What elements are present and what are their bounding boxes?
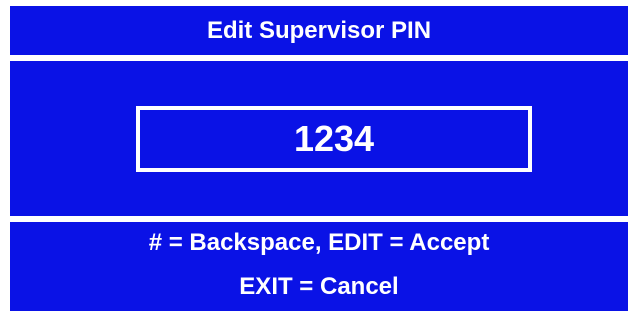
cancel-hint: EXIT = Cancel bbox=[239, 273, 399, 300]
page-title: Edit Supervisor PIN bbox=[206, 16, 432, 44]
backspace-accept-hint: # = Backspace, EDIT = Accept bbox=[148, 229, 490, 256]
title-bar: Edit Supervisor PIN bbox=[10, 6, 628, 55]
key-hints-panel: # = Backspace, EDIT = Accept EXIT = Canc… bbox=[10, 222, 628, 311]
pin-entry-panel: 1234 bbox=[10, 61, 628, 216]
pin-value: 1234 bbox=[293, 118, 375, 159]
pin-input[interactable]: 1234 bbox=[136, 106, 532, 172]
